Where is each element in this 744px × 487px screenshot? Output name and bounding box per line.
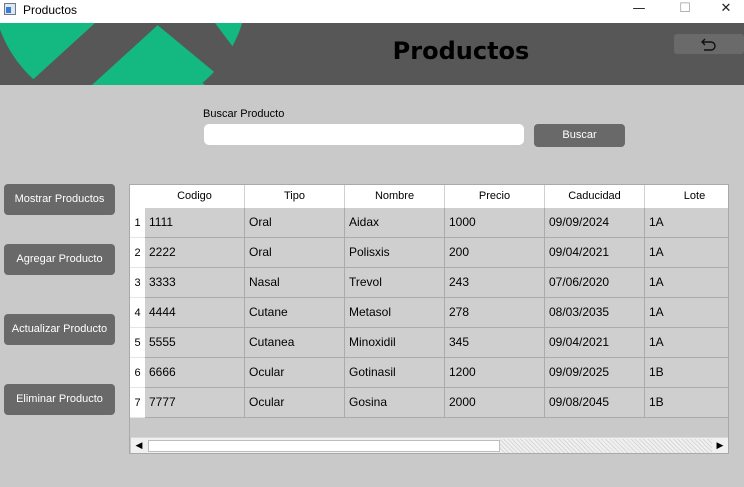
table-cell[interactable]: 7777 <box>145 388 245 418</box>
column-header[interactable]: Lote <box>645 185 728 208</box>
table-cell[interactable]: Polisxis <box>345 238 445 268</box>
search-label: Buscar Producto <box>203 108 285 120</box>
search-button[interactable]: Buscar <box>534 124 625 147</box>
app-icon <box>4 3 16 15</box>
table-cell[interactable]: Gosina <box>345 388 445 418</box>
back-button[interactable] <box>674 34 744 54</box>
table-cell[interactable]: Aidax <box>345 208 445 238</box>
horizontal-scrollbar[interactable]: ◀ ▶ <box>131 437 728 453</box>
table-cell[interactable]: 345 <box>445 328 545 358</box>
table-cell[interactable]: Oral <box>245 238 345 268</box>
undo-icon <box>701 38 716 51</box>
scrollbar-thumb[interactable] <box>148 440 500 452</box>
table-cell[interactable]: 1111 <box>145 208 245 238</box>
scrollbar-track[interactable] <box>500 439 712 453</box>
table-cell[interactable]: 1A <box>645 238 728 268</box>
minimize-button[interactable]: — <box>616 0 662 22</box>
table-cell[interactable]: 09/09/2024 <box>545 208 645 238</box>
table-cell[interactable]: Ocular <box>245 358 345 388</box>
maximize-button[interactable]: ☐ <box>662 0 708 22</box>
table-cell[interactable]: 1A <box>645 268 728 298</box>
update-product-button[interactable]: Actualizar Producto <box>4 314 115 345</box>
add-product-button[interactable]: Agregar Producto <box>4 244 115 275</box>
table-cell[interactable]: 278 <box>445 298 545 328</box>
products-table[interactable]: Codigo Tipo Nombre Precio Caducidad Lote 1 111… <box>129 184 729 454</box>
row-header[interactable]: 1 <box>130 208 145 238</box>
table-cell[interactable]: 09/09/2025 <box>545 358 645 388</box>
table-cell[interactable]: 09/08/2045 <box>545 388 645 418</box>
column-header[interactable]: Tipo <box>245 185 345 208</box>
table-cell[interactable]: 4444 <box>145 298 245 328</box>
table-cell[interactable]: Nasal <box>245 268 345 298</box>
header-banner: Productos <box>0 23 744 85</box>
table-cell[interactable]: 200 <box>445 238 545 268</box>
window-title: Productos <box>23 3 78 17</box>
table-cell[interactable]: 1000 <box>445 208 545 238</box>
row-header[interactable]: 6 <box>130 358 145 388</box>
table-cell[interactable]: 243 <box>445 268 545 298</box>
table-cell[interactable]: Trevol <box>345 268 445 298</box>
column-header[interactable]: Precio <box>445 185 545 208</box>
table-corner[interactable] <box>130 185 145 208</box>
table-cell[interactable]: Minoxidil <box>345 328 445 358</box>
table-cell[interactable]: Metasol <box>345 298 445 328</box>
table-cell[interactable]: 1200 <box>445 358 545 388</box>
table-cell[interactable]: 3333 <box>145 268 245 298</box>
table-cell[interactable]: 2222 <box>145 238 245 268</box>
table-cell[interactable]: 1B <box>645 388 728 418</box>
table-cell[interactable]: 1A <box>645 208 728 238</box>
table-cell[interactable]: 1B <box>645 358 728 388</box>
row-header[interactable]: 4 <box>130 298 145 328</box>
table-cell[interactable]: 6666 <box>145 358 245 388</box>
table-cell[interactable]: Cutanea <box>245 328 345 358</box>
column-header[interactable]: Codigo <box>145 185 245 208</box>
table-cell[interactable]: 2000 <box>445 388 545 418</box>
row-header[interactable]: 3 <box>130 268 145 298</box>
window-titlebar: Productos — ☐ ✕ <box>0 0 744 23</box>
row-header[interactable]: 5 <box>130 328 145 358</box>
table-cell[interactable]: 09/04/2021 <box>545 328 645 358</box>
table-cell[interactable]: 09/04/2021 <box>545 238 645 268</box>
column-header[interactable]: Caducidad <box>545 185 645 208</box>
row-header[interactable]: 7 <box>130 388 145 418</box>
row-header[interactable]: 2 <box>130 238 145 268</box>
close-button[interactable]: ✕ <box>708 0 744 22</box>
scroll-right-icon[interactable]: ▶ <box>712 438 728 453</box>
column-header[interactable]: Nombre <box>345 185 445 208</box>
table-cell[interactable]: 5555 <box>145 328 245 358</box>
table-cell[interactable]: Oral <box>245 208 345 238</box>
show-products-button[interactable]: Mostrar Productos <box>4 184 115 215</box>
search-input[interactable] <box>204 124 524 145</box>
table-cell[interactable]: Gotinasil <box>345 358 445 388</box>
table-cell[interactable]: Cutane <box>245 298 345 328</box>
table-cell[interactable]: 07/06/2020 <box>545 268 645 298</box>
scroll-left-icon[interactable]: ◀ <box>131 438 147 453</box>
table-cell[interactable]: 1A <box>645 298 728 328</box>
table-cell[interactable]: Ocular <box>245 388 345 418</box>
table-cell[interactable]: 08/03/2035 <box>545 298 645 328</box>
page-title: Productos <box>392 37 530 65</box>
table-cell[interactable]: 1A <box>645 328 728 358</box>
delete-product-button[interactable]: Eliminar Producto <box>4 384 115 415</box>
